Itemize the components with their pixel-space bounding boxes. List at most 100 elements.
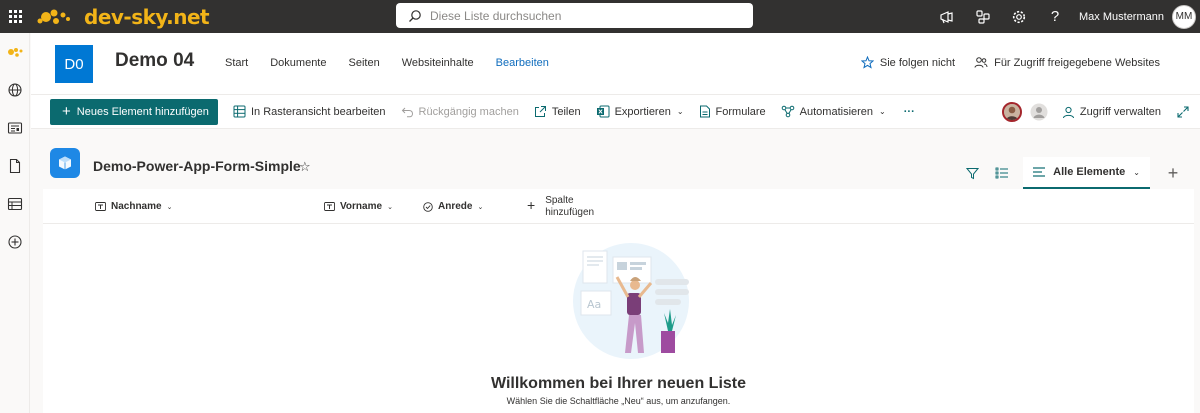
text-field-icon [324,202,335,211]
view-selector[interactable]: Alle Elemente ⌄ [1023,157,1150,189]
column-headers: Nachname ⌄ Vorname ⌄ Anrede ⌄ + Spalte h… [43,189,1194,224]
list-main: Demo-Power-App-Form-Simple ☆ Alle Elemen… [31,129,1200,413]
site-navigation: Start Dokumente Seiten Websiteinhalte Be… [225,57,571,69]
gear-icon[interactable] [1001,0,1037,33]
flow-icon [781,105,794,118]
user-name[interactable]: Max Mustermann [1079,11,1164,23]
avatar[interactable]: MM [1172,4,1196,29]
share-icon[interactable] [965,0,1001,33]
undo-button[interactable]: Rückgängig machen [401,105,519,118]
help-icon[interactable]: ? [1037,0,1073,33]
person-icon[interactable] [1030,103,1048,121]
favorite-star-icon[interactable]: ☆ [299,159,311,175]
manage-access-button[interactable]: Zugriff verwalten [1062,106,1161,119]
column-label: Anrede [438,201,473,212]
empty-list-illustration: Aa [573,243,689,359]
automate-label: Automatisieren [799,105,874,118]
export-button[interactable]: Exportieren ⌄ [596,105,684,118]
list-title[interactable]: Demo-Power-App-Form-Simple [93,158,301,174]
follow-label: Sie folgen nicht [879,56,956,69]
people-icon [974,57,988,68]
add-column-label: Spalte hinzufügen [545,195,595,218]
search-box[interactable] [396,3,753,28]
empty-state-subtitle: Wählen Sie die Schaltfläche „Neu“ aus, u… [506,396,731,406]
site-title[interactable]: Demo 04 [115,50,194,72]
add-view-icon[interactable]: + [1158,159,1188,187]
svg-text:Aa: Aa [587,298,601,311]
forms-button[interactable]: Formulare [699,105,766,118]
file-icon[interactable] [0,147,30,185]
column-label: Nachname [111,201,162,212]
plus-icon: + [62,103,71,120]
manage-access-label: Zugriff verwalten [1079,106,1161,118]
nav-websiteinhalte[interactable]: Websiteinhalte [402,57,474,69]
nav-dokumente[interactable]: Dokumente [270,57,326,69]
shared-sites-label: Für Zugriff freigegebene Websites [994,56,1160,69]
follow-button[interactable]: Sie folgen nicht [860,56,956,69]
expand-button[interactable] [1177,106,1194,118]
more-button[interactable]: ··· [904,106,915,118]
column-vorname[interactable]: Vorname ⌄ [324,201,393,212]
site-header: D0 Demo 04 Start Dokumente Seiten Websit… [31,33,1200,95]
chevron-down-icon: ⌄ [166,203,173,211]
chevron-down-icon: ⌄ [1133,167,1140,177]
chevron-down-icon: ⌄ [387,203,393,211]
nav-bearbeiten[interactable]: Bearbeiten [496,57,549,69]
list-icon[interactable] [0,185,30,223]
search-icon [409,9,421,22]
empty-state-title: Willkommen bei Ihrer neuen Liste [490,375,747,392]
list-grid: Nachname ⌄ Vorname ⌄ Anrede ⌄ + Spalte h… [43,189,1194,413]
text-field-icon [95,202,106,211]
site-logo[interactable]: D0 [55,45,93,83]
suite-bar: dev-sky.net ? Max Mustermann MM [0,0,1200,33]
choice-icon [423,201,433,212]
view-label: Alle Elemente [1053,166,1126,178]
column-label: Vorname [340,201,383,212]
share-label: Teilen [551,105,581,118]
member-avatar[interactable] [1001,102,1022,122]
nav-start[interactable]: Start [225,57,248,69]
forms-label: Formulare [715,105,766,118]
list-header: Demo-Power-App-Form-Simple ☆ Alle Elemen… [31,129,1200,189]
search-input[interactable] [430,8,730,23]
column-anrede[interactable]: Anrede ⌄ [423,201,483,212]
new-item-label: Neues Element hinzufügen [76,105,209,118]
column-nachname[interactable]: Nachname ⌄ [95,201,172,212]
undo-label: Rückgängig machen [418,105,519,118]
expand-icon [1177,106,1189,118]
waffle-icon[interactable] [0,0,30,33]
share-icon [534,106,546,117]
grid-edit-button[interactable]: In Rasteransicht bearbeiten [233,105,386,118]
automate-button[interactable]: Automatisieren ⌄ [781,105,886,118]
chevron-down-icon: ⌄ [676,107,684,116]
filter-icon[interactable] [957,159,987,187]
command-bar: + Neues Element hinzufügen In Rasteransi… [31,95,1200,129]
excel-icon [596,105,610,118]
shared-sites-button[interactable]: Für Zugriff freigegebene Websites [974,56,1160,69]
export-label: Exportieren [614,105,671,118]
new-item-button[interactable]: + Neues Element hinzufügen [50,98,218,125]
nav-seiten[interactable]: Seiten [349,57,380,69]
view-options-icon[interactable] [987,159,1017,187]
brand-logo[interactable]: dev-sky.net [36,0,210,33]
dev-sky-logo-icon [36,6,82,28]
list-app-icon [50,148,80,178]
view-list-icon [1033,167,1046,177]
plus-icon: + [527,197,536,213]
form-icon [699,105,710,118]
news-icon[interactable] [0,109,30,147]
app-bar [0,33,30,413]
grid-edit-label: In Rasteransicht bearbeiten [251,105,386,118]
grid-icon [233,105,246,118]
globe-icon[interactable] [0,71,30,109]
dev-sky-logo-icon[interactable] [0,33,30,71]
person-icon [1062,106,1074,118]
share-button[interactable]: Teilen [534,105,581,118]
brand-name: dev-sky.net [84,4,210,29]
more-icon: ··· [903,105,915,118]
chevron-down-icon: ⌄ [477,203,484,211]
add-circle-icon[interactable] [0,223,30,261]
add-column-button[interactable]: + Spalte hinzufügen [527,195,595,219]
megaphone-icon[interactable] [929,0,965,33]
undo-icon [401,107,413,118]
